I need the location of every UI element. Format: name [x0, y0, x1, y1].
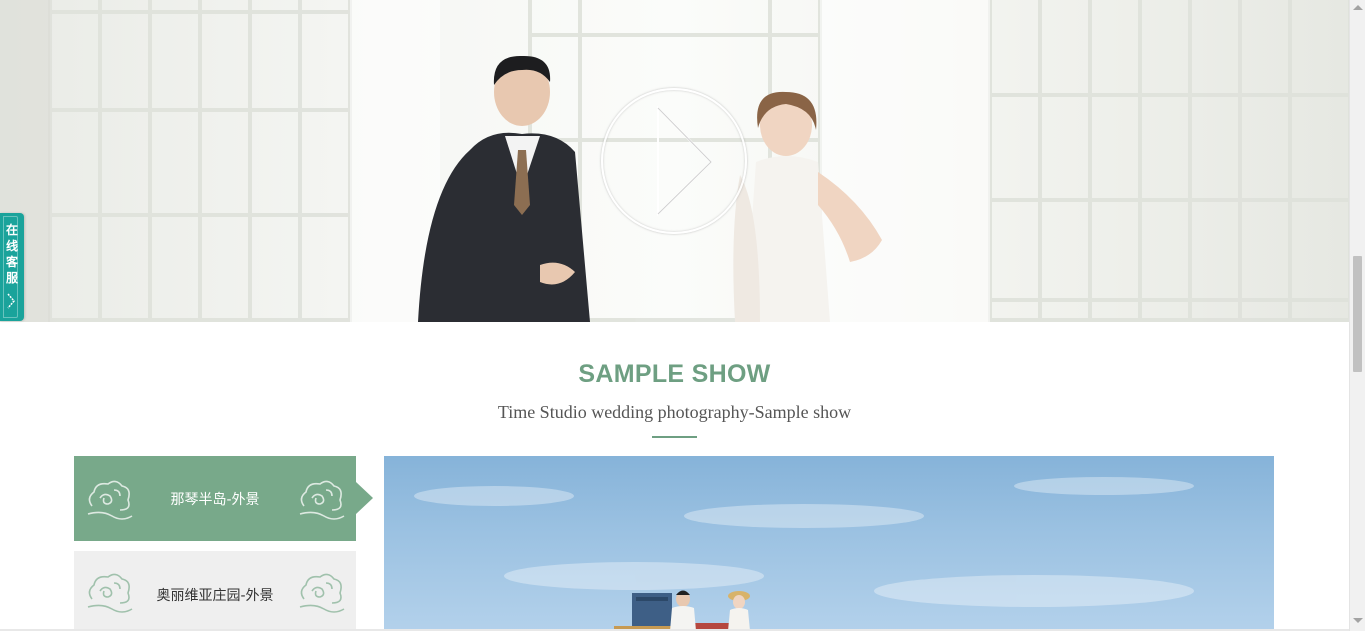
play-icon	[657, 105, 713, 217]
video-play-button[interactable]	[601, 88, 747, 234]
scroll-up-arrow-icon[interactable]	[1353, 5, 1363, 10]
cloud-ornament-icon	[299, 573, 345, 613]
scroll-thumb[interactable]	[1353, 256, 1362, 372]
tab-olivia-manor[interactable]: 奥丽维亚庄园-外景	[74, 551, 356, 631]
tab-nanqin-peninsula[interactable]: 那琴半岛-外景	[74, 456, 373, 541]
hero-banner	[0, 0, 1349, 322]
cloud-ornament-icon	[299, 480, 345, 520]
scroll-down-arrow-icon[interactable]	[1353, 618, 1363, 623]
online-service-label: 在线客服	[5, 223, 18, 285]
chevron-right-icon	[7, 293, 15, 309]
section-title: SAMPLE SHOW	[578, 360, 771, 388]
section-divider	[652, 436, 697, 438]
sample-photo-image	[414, 477, 1194, 631]
sample-photo[interactable]	[384, 456, 1274, 631]
active-tab-arrow	[356, 482, 373, 514]
page-scrollbar[interactable]	[1349, 0, 1365, 631]
section-subtitle: Time Studio wedding photography-Sample s…	[497, 402, 852, 422]
